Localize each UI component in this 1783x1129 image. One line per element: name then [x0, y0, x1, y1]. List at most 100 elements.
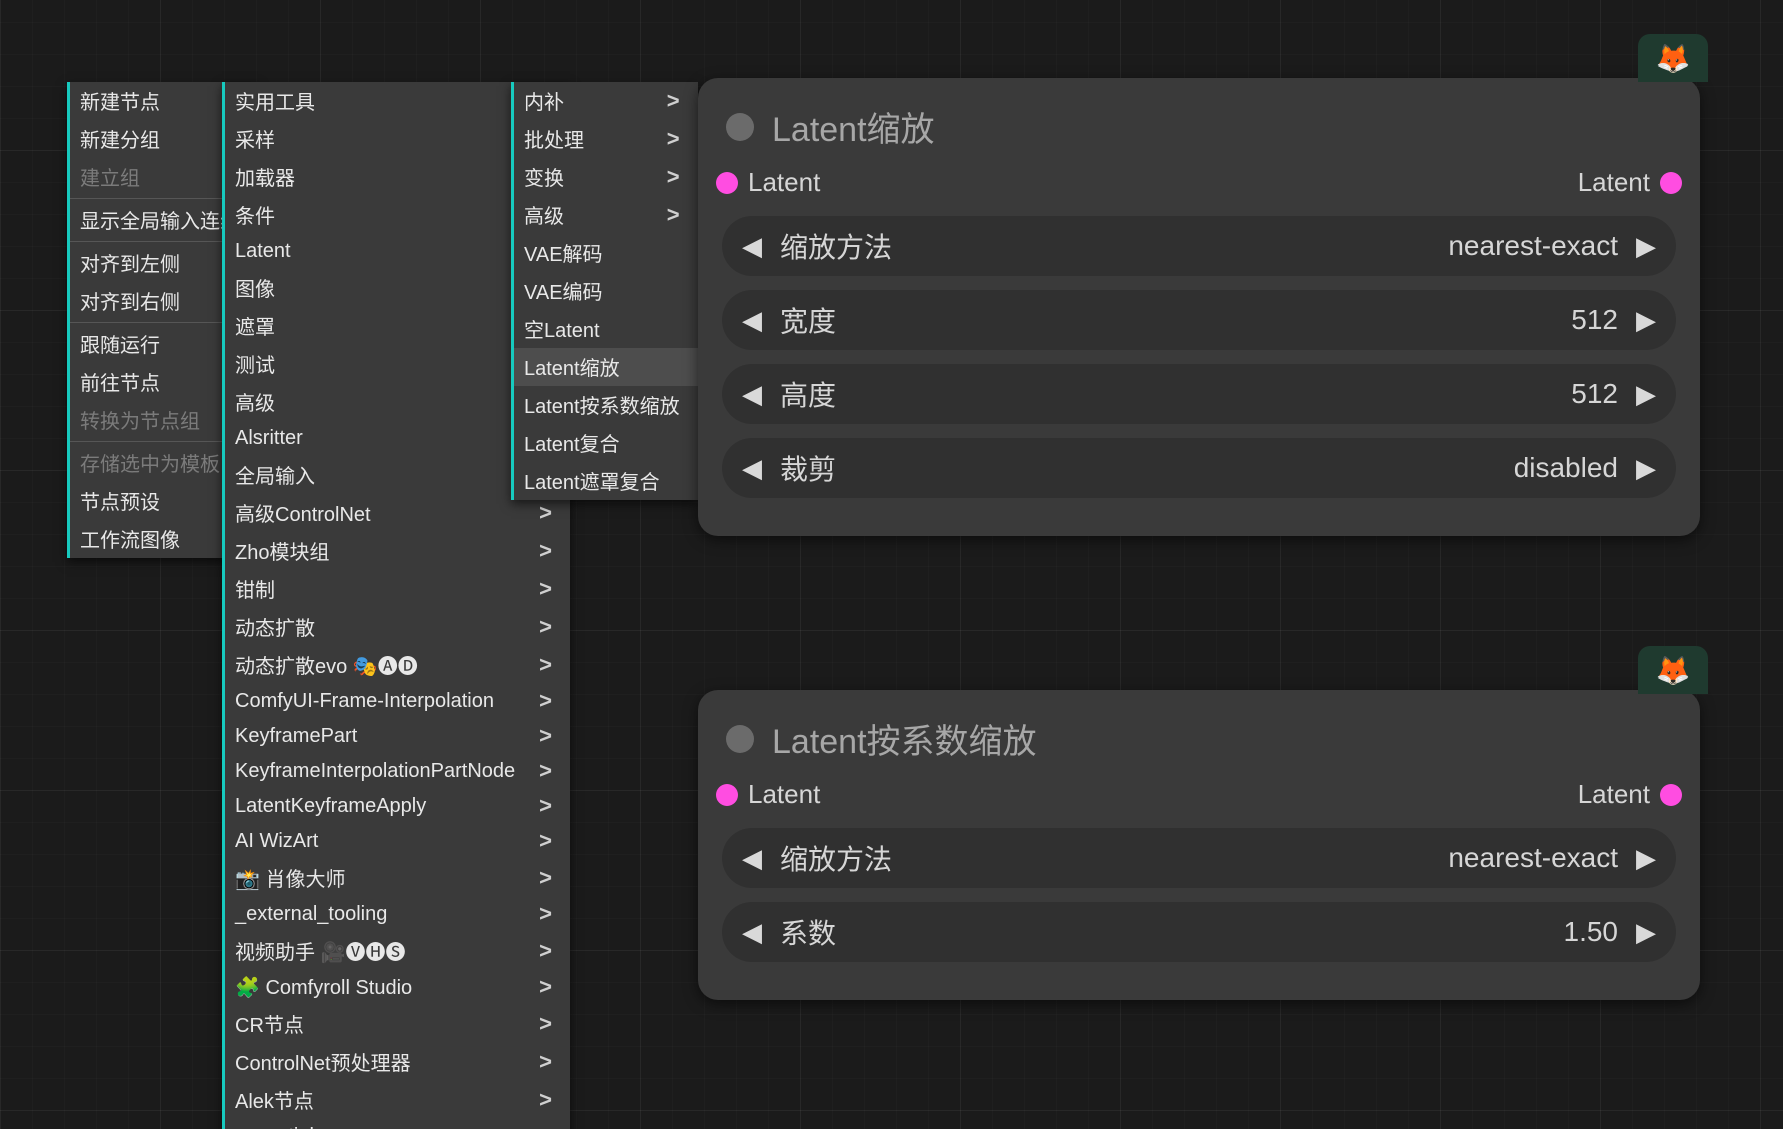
- chevron-right-icon: >: [539, 723, 552, 749]
- output-port-latent[interactable]: Latent: [1578, 167, 1682, 198]
- menu-item-label: 实用工具: [235, 86, 315, 115]
- arrow-left-icon[interactable]: ◀: [742, 843, 762, 874]
- menu-item-label: 存储选中为模板: [80, 448, 220, 477]
- menu-item[interactable]: Latent缩放: [514, 348, 698, 386]
- arrow-left-icon[interactable]: ◀: [742, 231, 762, 262]
- chevron-right-icon: >: [539, 758, 552, 784]
- node-collapse-dot-icon[interactable]: [726, 113, 754, 141]
- arrow-right-icon[interactable]: ▶: [1636, 917, 1656, 948]
- chevron-right-icon: >: [667, 126, 680, 152]
- chevron-right-icon: >: [539, 865, 552, 891]
- menu-item[interactable]: KeyframePart>: [225, 719, 570, 754]
- menu-item[interactable]: ControlNet预处理器>: [225, 1043, 570, 1081]
- menu-item[interactable]: 空Latent: [514, 310, 698, 348]
- param-scale-method[interactable]: ◀ 缩放方法 nearest-exact ▶: [722, 828, 1676, 888]
- param-height[interactable]: ◀ 高度 512 ▶: [722, 364, 1676, 424]
- param-value[interactable]: 1.50: [1564, 916, 1619, 948]
- menu-item-label: 视频助手 🎥🅥🅗🅢: [235, 936, 405, 965]
- param-width[interactable]: ◀ 宽度 512 ▶: [722, 290, 1676, 350]
- param-factor[interactable]: ◀ 系数 1.50 ▶: [722, 902, 1676, 962]
- menu-item[interactable]: Alek节点>: [225, 1081, 570, 1119]
- menu-item[interactable]: 🧩 Comfyroll Studio>: [225, 970, 570, 1005]
- chevron-right-icon: >: [539, 938, 552, 964]
- arrow-left-icon[interactable]: ◀: [742, 379, 762, 410]
- chevron-right-icon: >: [539, 901, 552, 927]
- menu-item-label: Zho模块组: [235, 536, 329, 565]
- param-scale-method[interactable]: ◀ 缩放方法 nearest-exact ▶: [722, 216, 1676, 276]
- port-dot-icon[interactable]: [716, 784, 738, 806]
- menu-item-label: 钳制: [235, 574, 275, 603]
- menu-item-label: 前往节点: [80, 367, 160, 396]
- menu-item[interactable]: ComfyUI-Frame-Interpolation>: [225, 684, 570, 719]
- param-crop[interactable]: ◀ 裁剪 disabled ▶: [722, 438, 1676, 498]
- menu-item-label: 新建节点: [80, 86, 160, 115]
- node-title: Latent按系数缩放: [772, 714, 1037, 763]
- menu-item[interactable]: KeyframeInterpolationPartNode>: [225, 754, 570, 789]
- node-latent-scale-by[interactable]: 🦊 Latent按系数缩放 Latent Latent ◀ 缩放方法 neare…: [698, 690, 1700, 1000]
- menu-item[interactable]: VAE编码: [514, 272, 698, 310]
- menu-item[interactable]: CR节点>: [225, 1005, 570, 1043]
- param-label: 系数: [780, 912, 836, 952]
- menu-item-label: 高级ControlNet: [235, 498, 371, 527]
- menu-item[interactable]: _external_tooling>: [225, 897, 570, 932]
- arrow-left-icon[interactable]: ◀: [742, 305, 762, 336]
- menu-item-label: 变换: [524, 162, 564, 191]
- port-dot-icon[interactable]: [1660, 784, 1682, 806]
- param-value[interactable]: disabled: [1514, 452, 1618, 484]
- chevron-right-icon: >: [539, 974, 552, 1000]
- menu-item-label: 全局输入: [235, 460, 315, 489]
- chevron-right-icon: >: [539, 1011, 552, 1037]
- input-port-latent[interactable]: Latent: [716, 167, 820, 198]
- chevron-right-icon: >: [539, 500, 552, 526]
- param-value[interactable]: nearest-exact: [1448, 842, 1618, 874]
- menu-item[interactable]: LatentKeyframeApply>: [225, 789, 570, 824]
- menu-item[interactable]: 钳制>: [225, 570, 570, 608]
- menu-item[interactable]: Latent复合: [514, 424, 698, 462]
- menu-item-label: LatentKeyframeApply: [235, 795, 426, 818]
- input-port-label: Latent: [748, 779, 820, 810]
- node-title-bar[interactable]: Latent缩放: [698, 78, 1700, 167]
- menu-item[interactable]: 内补>: [514, 82, 698, 120]
- fox-icon: 🦊: [1656, 42, 1691, 75]
- output-port-latent[interactable]: Latent: [1578, 779, 1682, 810]
- menu-item-label: 高级: [235, 387, 275, 416]
- menu-item[interactable]: 📸 肖像大师 >: [225, 859, 570, 897]
- arrow-left-icon[interactable]: ◀: [742, 453, 762, 484]
- chevron-right-icon: >: [539, 1123, 552, 1129]
- arrow-left-icon[interactable]: ◀: [742, 917, 762, 948]
- chevron-right-icon: >: [667, 88, 680, 114]
- arrow-right-icon[interactable]: ▶: [1636, 305, 1656, 336]
- port-dot-icon[interactable]: [716, 172, 738, 194]
- input-port-latent[interactable]: Latent: [716, 779, 820, 810]
- node-title-bar[interactable]: Latent按系数缩放: [698, 690, 1700, 779]
- context-menu-latent[interactable]: 内补>批处理>变换>高级>VAE解码VAE编码空LatentLatent缩放La…: [511, 82, 698, 500]
- menu-item[interactable]: 批处理>: [514, 120, 698, 158]
- menu-item[interactable]: 高级>: [514, 196, 698, 234]
- menu-item[interactable]: essentials>: [225, 1119, 570, 1129]
- arrow-right-icon[interactable]: ▶: [1636, 453, 1656, 484]
- menu-item[interactable]: Latent遮罩复合: [514, 462, 698, 500]
- param-value[interactable]: 512: [1571, 304, 1618, 336]
- arrow-right-icon[interactable]: ▶: [1636, 231, 1656, 262]
- chevron-right-icon: >: [539, 538, 552, 564]
- menu-item-label: 空Latent: [524, 314, 600, 343]
- menu-item[interactable]: 动态扩散>: [225, 608, 570, 646]
- menu-item[interactable]: AI WizArt>: [225, 824, 570, 859]
- menu-item-label: ComfyUI-Frame-Interpolation: [235, 690, 494, 713]
- param-value[interactable]: nearest-exact: [1448, 230, 1618, 262]
- menu-item[interactable]: Zho模块组 >: [225, 532, 570, 570]
- menu-item[interactable]: Latent按系数缩放: [514, 386, 698, 424]
- arrow-right-icon[interactable]: ▶: [1636, 843, 1656, 874]
- port-dot-icon[interactable]: [1660, 172, 1682, 194]
- node-collapse-dot-icon[interactable]: [726, 725, 754, 753]
- menu-item-label: 对齐到右侧: [80, 286, 180, 315]
- param-value[interactable]: 512: [1571, 378, 1618, 410]
- node-latent-scale[interactable]: 🦊 Latent缩放 Latent Latent ◀ 缩放方法 nearest-…: [698, 78, 1700, 536]
- menu-item[interactable]: 动态扩散evo 🎭🅐🅓>: [225, 646, 570, 684]
- node-fox-badge: 🦊: [1638, 34, 1708, 82]
- menu-item[interactable]: 变换>: [514, 158, 698, 196]
- arrow-right-icon[interactable]: ▶: [1636, 379, 1656, 410]
- menu-item[interactable]: 视频助手 🎥🅥🅗🅢 >: [225, 932, 570, 970]
- menu-item[interactable]: VAE解码: [514, 234, 698, 272]
- menu-item-label: 📸 肖像大师: [235, 863, 345, 892]
